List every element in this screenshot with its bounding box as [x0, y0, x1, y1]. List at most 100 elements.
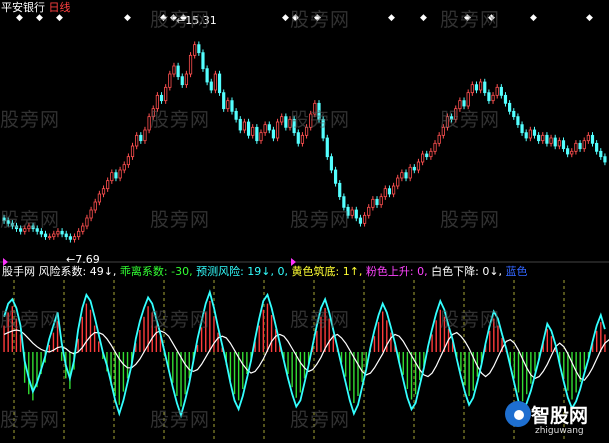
indicator-legend-item: 粉色上升: 0, [365, 265, 432, 278]
watermark: 股旁网 [150, 409, 211, 431]
candle-body [122, 164, 126, 171]
candle-body [259, 132, 263, 142]
watermark: 股旁网 [290, 209, 351, 231]
signal-diamond-marker: ◆ [282, 13, 289, 23]
candle-body [193, 44, 197, 56]
candle-body [251, 126, 255, 136]
candle-body [499, 86, 503, 96]
candle-body [101, 188, 106, 195]
candle-body [516, 116, 520, 126]
candle-body [255, 126, 259, 142]
candle-body [77, 230, 81, 238]
candle-body [217, 73, 222, 94]
watermark: 股旁网 [0, 309, 61, 331]
candle-body [267, 124, 271, 131]
candle-body [437, 134, 441, 144]
candle-body [139, 134, 143, 142]
candle-body [561, 140, 566, 150]
candle-body [52, 233, 56, 238]
candle-body [553, 137, 557, 147]
watermark: 股旁网 [440, 9, 501, 31]
logo-name: 智股网 [531, 405, 589, 427]
candle-body [197, 44, 201, 54]
candle-body [582, 140, 586, 150]
watermark: 股旁网 [150, 209, 211, 231]
candle-body [222, 92, 226, 110]
candle-body [404, 172, 408, 179]
candle-body [329, 156, 334, 171]
candle-body [184, 73, 189, 86]
candle-body [566, 148, 570, 155]
candle-body [338, 182, 342, 198]
signal-diamond-marker: ◆ [586, 13, 593, 23]
candle-body [114, 172, 118, 179]
candle-body [537, 134, 541, 142]
candle-body [72, 236, 77, 240]
candle-body [68, 236, 72, 240]
candle-body [433, 142, 437, 152]
candle-body [383, 188, 387, 198]
candle-body [168, 73, 172, 88]
candle-body [470, 84, 474, 94]
candle-body [81, 225, 85, 232]
candle-body [570, 150, 574, 155]
candle-body [159, 94, 164, 102]
candle-body [201, 52, 205, 70]
candle-body [180, 76, 184, 86]
signal-diamond-marker: ◆ [530, 13, 537, 23]
signal-diamond-marker: ◆ [56, 13, 63, 23]
watermark: 股旁网 [440, 309, 501, 331]
candle-body [466, 92, 470, 107]
candle-body [60, 230, 64, 235]
candle-body [176, 65, 180, 78]
watermark: 股旁网 [440, 209, 501, 231]
indicator-legend-item: 白色下降: 0↓, [431, 265, 506, 278]
candle-body [135, 134, 139, 147]
candle-body [396, 177, 400, 187]
candle-body [263, 124, 267, 134]
candle-body [599, 150, 603, 158]
candle-body [528, 129, 532, 139]
candle-body [271, 129, 276, 139]
candle-body [325, 137, 329, 158]
logo-icon [505, 401, 531, 427]
candle-body [474, 84, 479, 91]
candle-body [300, 134, 305, 144]
watermark: 股旁网 [440, 109, 501, 131]
candle-body [85, 217, 89, 227]
candle-body [590, 134, 595, 144]
candle-body [130, 145, 135, 158]
indicator-legend-item: 风险系数: 49↓, [38, 265, 120, 278]
candle-body [429, 150, 433, 158]
candle-body [358, 217, 363, 224]
candle-body [408, 166, 412, 179]
candle-body [524, 132, 528, 139]
candle-body [230, 100, 234, 112]
candle-body [545, 134, 549, 144]
watermark: 股旁网 [0, 109, 61, 131]
period-label: 日线 [48, 1, 71, 14]
watermark: 股旁网 [150, 309, 211, 331]
candle-body [495, 86, 499, 96]
candle-body [213, 73, 218, 91]
candle-body [280, 116, 284, 123]
candle-body [209, 81, 213, 91]
candle-body [541, 134, 545, 142]
candle-body [520, 124, 524, 134]
watermark: 股旁网 [290, 109, 351, 131]
candle-body [143, 129, 147, 142]
candle-body [508, 102, 512, 112]
candle-body [284, 116, 288, 128]
candle-body [234, 110, 238, 120]
signal-diamond-marker: ◆ [16, 13, 23, 23]
candle-body [375, 198, 379, 206]
signal-diamond-marker: ◆ [124, 13, 131, 23]
watermark: 股旁网 [0, 409, 61, 431]
candle-body [491, 94, 495, 102]
candle-body [242, 121, 247, 131]
candle-body [412, 166, 416, 171]
candle-body [333, 169, 338, 184]
candle-body [89, 209, 93, 219]
candle-body [118, 169, 122, 179]
candle-body [586, 134, 590, 142]
